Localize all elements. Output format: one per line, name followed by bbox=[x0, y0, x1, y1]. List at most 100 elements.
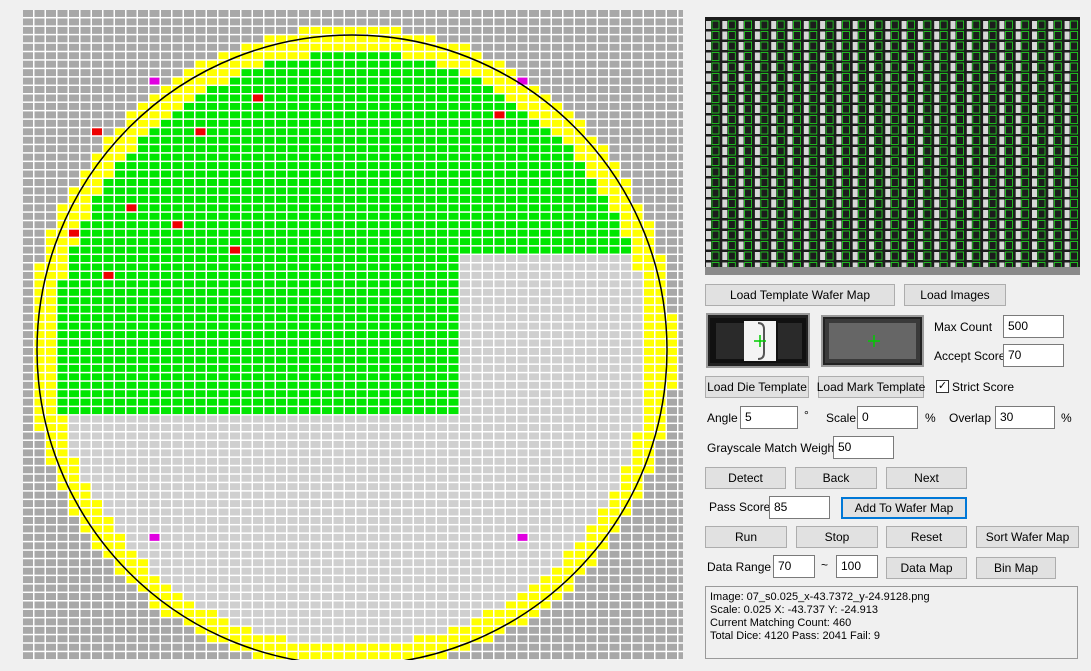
wafer-die[interactable] bbox=[575, 136, 585, 144]
wafer-die[interactable] bbox=[632, 364, 643, 372]
wafer-die[interactable] bbox=[402, 238, 413, 246]
wafer-die[interactable] bbox=[356, 246, 367, 254]
wafer-die[interactable] bbox=[207, 373, 217, 381]
wafer-die[interactable] bbox=[161, 263, 171, 271]
wafer-die[interactable] bbox=[46, 364, 56, 372]
wafer-die[interactable] bbox=[184, 145, 194, 153]
wafer-die[interactable] bbox=[241, 263, 252, 271]
wafer-die[interactable] bbox=[632, 18, 643, 26]
wafer-die[interactable] bbox=[402, 525, 413, 533]
wafer-die[interactable] bbox=[379, 212, 390, 220]
wafer-die[interactable] bbox=[494, 331, 505, 339]
wafer-die[interactable] bbox=[287, 162, 298, 170]
wafer-die[interactable] bbox=[540, 576, 551, 584]
wafer-die[interactable] bbox=[264, 136, 275, 144]
wafer-die[interactable] bbox=[230, 280, 240, 288]
wafer-die[interactable] bbox=[471, 305, 482, 313]
wafer-die[interactable] bbox=[437, 373, 447, 381]
wafer-die[interactable] bbox=[414, 102, 424, 110]
wafer-die[interactable] bbox=[69, 626, 79, 634]
wafer-die[interactable] bbox=[230, 195, 240, 203]
wafer-die[interactable] bbox=[368, 449, 378, 457]
wafer-die[interactable] bbox=[287, 221, 298, 229]
wafer-die[interactable] bbox=[115, 348, 125, 355]
wafer-die[interactable] bbox=[161, 559, 171, 567]
wafer-die[interactable] bbox=[253, 26, 263, 34]
wafer-die[interactable] bbox=[34, 119, 45, 127]
wafer-die[interactable] bbox=[161, 584, 171, 592]
wafer-die[interactable] bbox=[667, 533, 677, 541]
wafer-die[interactable] bbox=[506, 508, 516, 516]
wafer-die[interactable] bbox=[379, 483, 390, 491]
wafer-die[interactable] bbox=[184, 525, 194, 533]
wafer-die[interactable] bbox=[80, 271, 91, 279]
wafer-die[interactable] bbox=[241, 238, 252, 246]
wafer-die[interactable] bbox=[425, 204, 436, 212]
wafer-die[interactable] bbox=[621, 584, 631, 592]
wafer-die[interactable] bbox=[598, 102, 608, 110]
wafer-die[interactable] bbox=[632, 609, 643, 617]
wafer-die[interactable] bbox=[310, 238, 321, 246]
wafer-die[interactable] bbox=[287, 576, 298, 584]
wafer-die[interactable] bbox=[437, 26, 447, 34]
wafer-die[interactable] bbox=[517, 331, 528, 339]
wafer-die[interactable] bbox=[552, 212, 562, 220]
wafer-die[interactable] bbox=[345, 94, 355, 102]
wafer-die[interactable] bbox=[391, 457, 401, 465]
wafer-die[interactable] bbox=[333, 280, 344, 288]
wafer-die[interactable] bbox=[655, 593, 666, 600]
wafer-die[interactable] bbox=[667, 322, 677, 330]
wafer-die[interactable] bbox=[356, 86, 367, 93]
wafer-die[interactable] bbox=[414, 280, 424, 288]
wafer-die[interactable] bbox=[34, 449, 45, 457]
wafer-die[interactable] bbox=[184, 339, 194, 347]
wafer-die[interactable] bbox=[552, 390, 562, 398]
wafer-die[interactable] bbox=[207, 415, 217, 423]
wafer-die[interactable] bbox=[391, 119, 401, 127]
wafer-die[interactable] bbox=[540, 440, 551, 448]
wafer-die[interactable] bbox=[586, 297, 597, 305]
wafer-die[interactable] bbox=[632, 10, 643, 17]
wafer-die[interactable] bbox=[276, 35, 286, 43]
wafer-die[interactable] bbox=[552, 322, 562, 330]
wafer-die[interactable] bbox=[563, 550, 574, 558]
wafer-die[interactable] bbox=[563, 263, 574, 271]
wafer-die[interactable] bbox=[103, 86, 114, 93]
wafer-die[interactable] bbox=[172, 626, 183, 634]
wafer-die[interactable] bbox=[609, 255, 620, 262]
wafer-die[interactable] bbox=[333, 609, 344, 617]
wafer-die[interactable] bbox=[667, 187, 677, 195]
wafer-die[interactable] bbox=[379, 305, 390, 313]
wafer-die[interactable] bbox=[195, 348, 206, 355]
wafer-die[interactable] bbox=[23, 609, 33, 617]
wafer-die[interactable] bbox=[655, 43, 666, 51]
wafer-die[interactable] bbox=[230, 246, 240, 254]
wafer-die[interactable] bbox=[184, 424, 194, 431]
wafer-die[interactable] bbox=[161, 246, 171, 254]
wafer-die[interactable] bbox=[299, 609, 309, 617]
wafer-die[interactable] bbox=[80, 10, 91, 17]
wafer-die[interactable] bbox=[115, 204, 125, 212]
wafer-die[interactable] bbox=[161, 271, 171, 279]
wafer-die[interactable] bbox=[23, 221, 33, 229]
wafer-die[interactable] bbox=[356, 195, 367, 203]
wafer-die[interactable] bbox=[241, 162, 252, 170]
wafer-die[interactable] bbox=[103, 483, 114, 491]
wafer-die[interactable] bbox=[667, 305, 677, 313]
wafer-die[interactable] bbox=[655, 609, 666, 617]
wafer-die[interactable] bbox=[506, 18, 516, 26]
wafer-die[interactable] bbox=[563, 86, 574, 93]
wafer-die[interactable] bbox=[356, 415, 367, 423]
wafer-die[interactable] bbox=[195, 398, 206, 406]
wafer-die[interactable] bbox=[471, 204, 482, 212]
wafer-die[interactable] bbox=[230, 652, 240, 660]
wafer-die[interactable] bbox=[517, 280, 528, 288]
wafer-die[interactable] bbox=[287, 593, 298, 600]
wafer-die[interactable] bbox=[299, 407, 309, 415]
wafer-die[interactable] bbox=[218, 187, 229, 195]
wafer-die[interactable] bbox=[678, 305, 684, 313]
wafer-die[interactable] bbox=[149, 440, 160, 448]
wafer-die[interactable] bbox=[184, 348, 194, 355]
wafer-map[interactable] bbox=[23, 10, 683, 660]
wafer-die[interactable] bbox=[414, 609, 424, 617]
